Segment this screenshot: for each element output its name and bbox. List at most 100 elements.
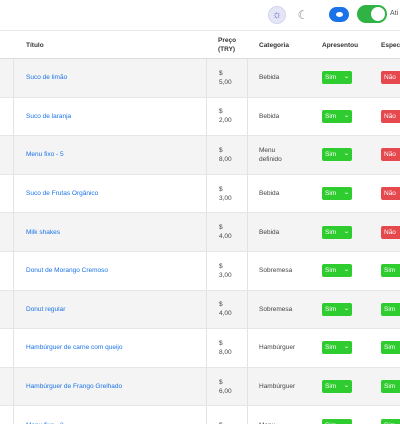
category-line: definido [259, 155, 282, 163]
product-title[interactable]: Donut de Morango Cremoso [26, 266, 108, 275]
header-category[interactable]: Categoria [259, 31, 289, 59]
category-text: Bebida [259, 228, 280, 236]
presented-select[interactable]: Sim ⌄ [322, 148, 352, 162]
product-title-link[interactable]: Hambúrguer de Frango Grelhado [26, 368, 206, 406]
special-select[interactable]: Sim [381, 380, 400, 394]
chevron-down-icon: ⌄ [343, 421, 350, 424]
header-special[interactable]: Especi [381, 31, 400, 59]
presented-select[interactable]: Sim ⌄ [322, 71, 352, 85]
product-title-link[interactable]: Suco de Frutas Orgânico [26, 175, 206, 213]
theme-switch[interactable]: ☼ ☾ [267, 5, 315, 25]
table-row[interactable]: Suco de limão $5,00 Bebida Sim ⌄ Não [0, 59, 400, 98]
header-title[interactable]: Título [26, 31, 44, 59]
price-value: 3,00 [219, 271, 232, 279]
product-title-link[interactable]: Menu fixo - 5 [26, 136, 206, 174]
product-title-link[interactable]: Donut regular [26, 291, 206, 329]
special-select[interactable]: Sim [381, 341, 400, 355]
chevron-down-icon: ⌄ [343, 344, 350, 351]
currency-symbol: $ [219, 378, 223, 386]
row-handle[interactable] [0, 329, 14, 367]
category-cell: Sobremesa [259, 291, 317, 329]
product-title[interactable]: Menu fixo - 5 [26, 150, 64, 159]
special-select[interactable]: Não [381, 148, 400, 162]
price-value: 3,00 [219, 194, 232, 202]
active-toggle[interactable] [357, 5, 387, 23]
product-title[interactable]: Suco de laranja [26, 112, 71, 121]
row-handle[interactable] [0, 367, 14, 406]
product-title[interactable]: Hambúrguer de Frango Grelhado [26, 382, 122, 391]
sun-icon[interactable]: ☼ [268, 6, 286, 24]
table-row[interactable]: Milk shakes $4,00 Bebida Sim ⌄ Não [0, 213, 400, 252]
presented-select[interactable]: Sim ⌄ [322, 264, 352, 278]
special-select[interactable]: Sim [381, 418, 400, 424]
row-handle[interactable] [0, 251, 14, 290]
product-title-link[interactable]: Menu fixo - 3 [26, 406, 206, 424]
table-row[interactable]: Menu fixo - 3 $ Menu Sim ⌄ Sim [0, 406, 400, 424]
product-title[interactable]: Milk shakes [26, 228, 60, 237]
table-body: Suco de limão $5,00 Bebida Sim ⌄ Não Suco de l… [0, 59, 400, 424]
special-select[interactable]: Não [381, 225, 400, 239]
row-handle[interactable] [0, 290, 14, 329]
presented-select[interactable]: Sim ⌄ [322, 380, 352, 394]
presented-value: Sim [325, 383, 337, 391]
presented-select[interactable]: Sim ⌄ [322, 109, 352, 123]
category-text: Hambúrguer [259, 383, 296, 391]
presented-select[interactable]: Sim ⌄ [322, 225, 352, 239]
special-value: Sim [384, 344, 396, 352]
header-price[interactable]: Preço (TRY) [218, 31, 236, 59]
row-handle[interactable] [0, 59, 14, 97]
product-title[interactable]: Suco de limão [26, 73, 67, 82]
header-price-unit: (TRY) [218, 46, 236, 53]
product-title-link[interactable]: Donut de Morango Cremoso [26, 252, 206, 290]
product-title-link[interactable]: Suco de laranja [26, 98, 206, 136]
moon-icon[interactable]: ☾ [294, 6, 312, 24]
presented-value: Sim [325, 112, 337, 120]
category-cell: Hambúrguer [259, 329, 317, 367]
special-select[interactable]: Não [381, 109, 400, 123]
product-title[interactable]: Hambúrguer de carne com queijo [26, 343, 122, 352]
category-cell: Menu definido [259, 136, 317, 174]
presented-value: Sim [325, 421, 336, 424]
special-select[interactable]: Não [381, 187, 400, 201]
row-handle[interactable] [0, 213, 14, 251]
category-line: Menu [259, 146, 276, 154]
table-row[interactable]: Suco de laranja $2,00 Bebida Sim ⌄ Não [0, 97, 400, 137]
special-select[interactable]: Sim [381, 302, 400, 316]
product-title-link[interactable]: Hambúrguer de carne com queijo [26, 329, 206, 367]
header-presented[interactable]: Apresentou [322, 31, 358, 59]
category-cell: Bebida [259, 213, 317, 251]
special-value: Não [384, 74, 396, 82]
presented-select[interactable]: Sim ⌄ [322, 418, 352, 424]
presented-select[interactable]: Sim ⌄ [322, 341, 352, 355]
product-title-link[interactable]: Milk shakes [26, 213, 206, 251]
row-handle[interactable] [0, 174, 14, 213]
product-title-link[interactable]: Suco de limão [26, 59, 206, 97]
price-value: 2,00 [219, 117, 232, 125]
product-title[interactable]: Donut regular [26, 305, 65, 314]
special-select[interactable]: Não [381, 71, 400, 85]
currency-symbol: $ [219, 185, 223, 193]
presented-cell: Sim ⌄ [322, 213, 362, 251]
special-value: Não [384, 112, 396, 120]
presented-value: Sim [325, 151, 337, 159]
table-row[interactable]: Donut de Morango Cremoso $3,00 Sobremesa Si… [0, 251, 400, 291]
table-row[interactable]: Hambúrguer de carne com queijo $8,00 Hambú… [0, 329, 400, 368]
product-title[interactable]: Suco de Frutas Orgânico [26, 189, 98, 198]
row-handle[interactable] [0, 136, 14, 174]
presented-select[interactable]: Sim ⌄ [322, 302, 352, 316]
special-cell: Sim [381, 291, 400, 329]
table-row[interactable]: Menu fixo - 5 $8,00 Menu definido Sim ⌄ Não [0, 136, 400, 175]
price-cell: $3,00 [206, 251, 248, 290]
presented-select[interactable]: Sim ⌄ [322, 187, 352, 201]
view-button[interactable] [329, 7, 349, 22]
row-handle[interactable] [0, 97, 14, 136]
currency-symbol: $ [219, 69, 223, 77]
special-select[interactable]: Sim [381, 264, 400, 278]
table-row[interactable]: Donut regular $4,00 Sobremesa Sim ⌄ Sim [0, 290, 400, 330]
table-row[interactable]: Suco de Frutas Orgânico $3,00 Bebida Sim ⌄ Nã… [0, 174, 400, 214]
row-handle[interactable] [0, 406, 14, 424]
product-title[interactable]: Menu fixo - 3 [26, 421, 64, 424]
table-row[interactable]: Hambúrguer de Frango Grelhado $6,00 Hambúr… [0, 367, 400, 407]
category-text: Sobremesa [259, 267, 293, 275]
price-cell: $3,00 [206, 174, 248, 213]
